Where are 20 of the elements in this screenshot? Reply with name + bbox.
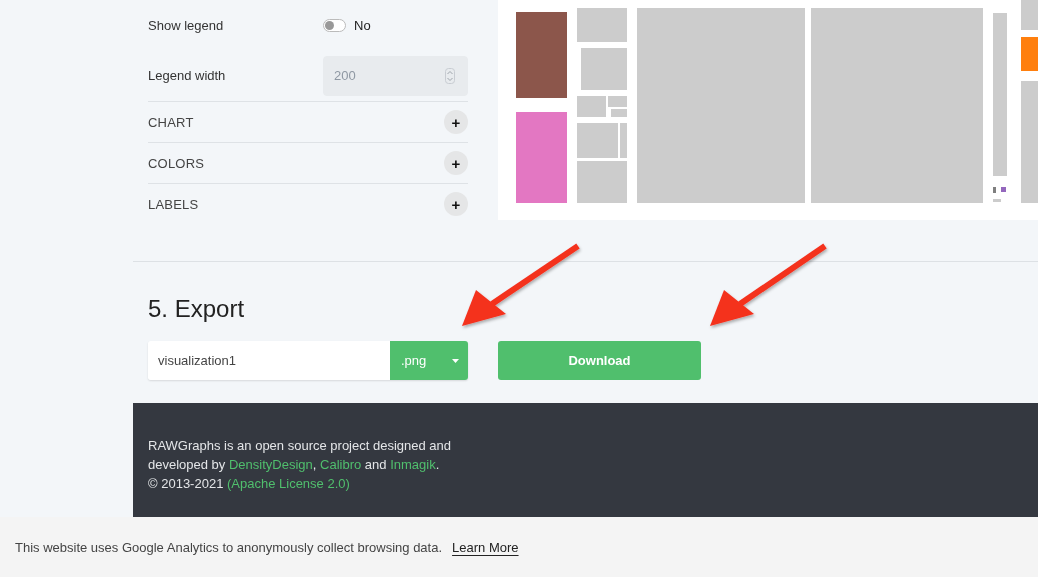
footer-text: © 2013-2021 (Apache License 2.0): [148, 475, 351, 493]
section-header[interactable]: CHART +: [148, 101, 468, 142]
footer-text: RAWGraphs is an open source project designed and: [148, 437, 453, 455]
expand-button[interactable]: +: [444, 151, 468, 175]
footer-text: developed by DensityDesign, Calibro and Inmagik.: [148, 456, 441, 474]
setting-label: Legend width: [148, 68, 227, 83]
section-heading: 5. Export: [148, 294, 246, 324]
expand-button[interactable]: +: [444, 192, 468, 216]
section-header[interactable]: LABELS +: [148, 183, 468, 224]
section-header[interactable]: COLORS +: [148, 142, 468, 183]
footer-link[interactable]: (Apache License 2.0): [227, 476, 350, 491]
filename-field[interactable]: visualization1: [148, 341, 390, 380]
footer-link[interactable]: Calibro: [320, 457, 362, 472]
learn-more-link[interactable]: Learn More: [452, 539, 519, 555]
expand-button[interactable]: +: [444, 110, 468, 134]
setting-label: Show legend: [148, 17, 225, 33]
cookie-text: This website uses Google Analytics to anonymously collect browsing data.: [15, 539, 443, 555]
footer-link[interactable]: DensityDesign: [228, 457, 313, 472]
toggle-value: No: [354, 17, 371, 33]
footer-link[interactable]: Inmagik: [390, 457, 436, 472]
